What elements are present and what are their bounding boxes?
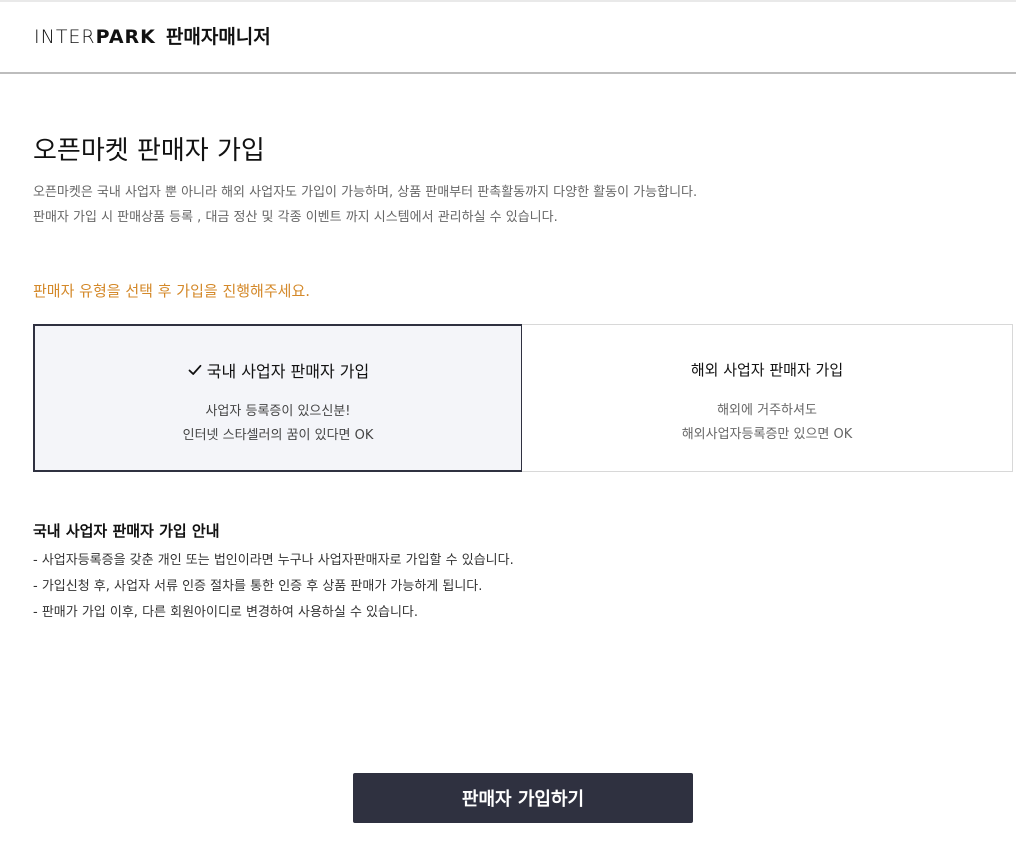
overseas-seller-option[interactable]: 해외 사업자 판매자 가입 해외에 거주하셔도 해외사업자등록증만 있으면 OK — [522, 324, 1013, 472]
description-line: 오픈마켓은 국내 사업자 뿐 아니라 해외 사업자도 가입이 가능하며, 상품 … — [33, 185, 698, 200]
description-line: 판매자 가입 시 판매상품 등록 , 대금 정산 및 각종 이벤트 까지 시스템… — [33, 210, 558, 225]
info-list-item: - 판매가 가입 이후, 다른 회원아이디로 변경하여 사용하실 수 있습니다. — [33, 605, 419, 620]
domestic-seller-option[interactable]: 국내 사업자 판매자 가입 사업자 등록증이 있으신분! 인터넷 스타셀러의 꿈… — [33, 324, 523, 472]
overseas-seller-line: 해외에 거주하셔도 — [717, 403, 817, 418]
select-type-guide: 판매자 유형을 선택 후 가입을 진행해주세요. — [33, 282, 311, 300]
overseas-seller-description: 해외에 거주하셔도 해외사업자등록증만 있으면 OK — [522, 399, 1012, 447]
info-list-item: - 사업자등록증을 갖춘 개인 또는 법인이라면 누구나 사업자판매자로 가입할… — [33, 553, 514, 568]
info-list: - 사업자등록증을 갖춘 개인 또는 법인이라면 누구나 사업자판매자로 가입할… — [33, 548, 514, 626]
domestic-seller-line: 사업자 등록증이 있으신분! — [205, 404, 351, 419]
logo-text-seller-manager: 판매자매니저 — [165, 26, 271, 48]
domestic-seller-label: 국내 사업자 판매자 가입 — [206, 362, 370, 381]
header: INTER PARK 판매자매니저 — [0, 2, 1016, 74]
logo-text-park: PARK — [95, 26, 156, 48]
overseas-seller-label: 해외 사업자 판매자 가입 — [690, 361, 844, 379]
page-title: 오픈마켓 판매자 가입 — [33, 136, 265, 166]
interpark-logo[interactable]: INTER PARK 판매자매니저 — [34, 22, 271, 49]
domestic-seller-title: 국내 사업자 판매자 가입 — [35, 358, 521, 382]
logo-text-inter: INTER — [34, 26, 96, 48]
domestic-seller-description: 사업자 등록증이 있으신분! 인터넷 스타셀러의 꿈이 있다면 OK — [35, 400, 521, 448]
domestic-seller-line: 인터넷 스타셀러의 꿈이 있다면 OK — [182, 428, 374, 443]
seller-signup-button[interactable]: 판매자 가입하기 — [353, 773, 693, 823]
check-icon — [188, 364, 202, 375]
page-description: 오픈마켓은 국내 사업자 뿐 아니라 해외 사업자도 가입이 가능하며, 상품 … — [33, 180, 697, 230]
overseas-seller-line: 해외사업자등록증만 있으면 OK — [681, 427, 853, 442]
info-list-item: - 가입신청 후, 사업자 서류 인증 절차를 통한 인증 후 상품 판매가 가… — [33, 579, 483, 594]
info-section-title: 국내 사업자 판매자 가입 안내 — [33, 522, 220, 540]
overseas-seller-title: 해외 사업자 판매자 가입 — [522, 359, 1012, 380]
